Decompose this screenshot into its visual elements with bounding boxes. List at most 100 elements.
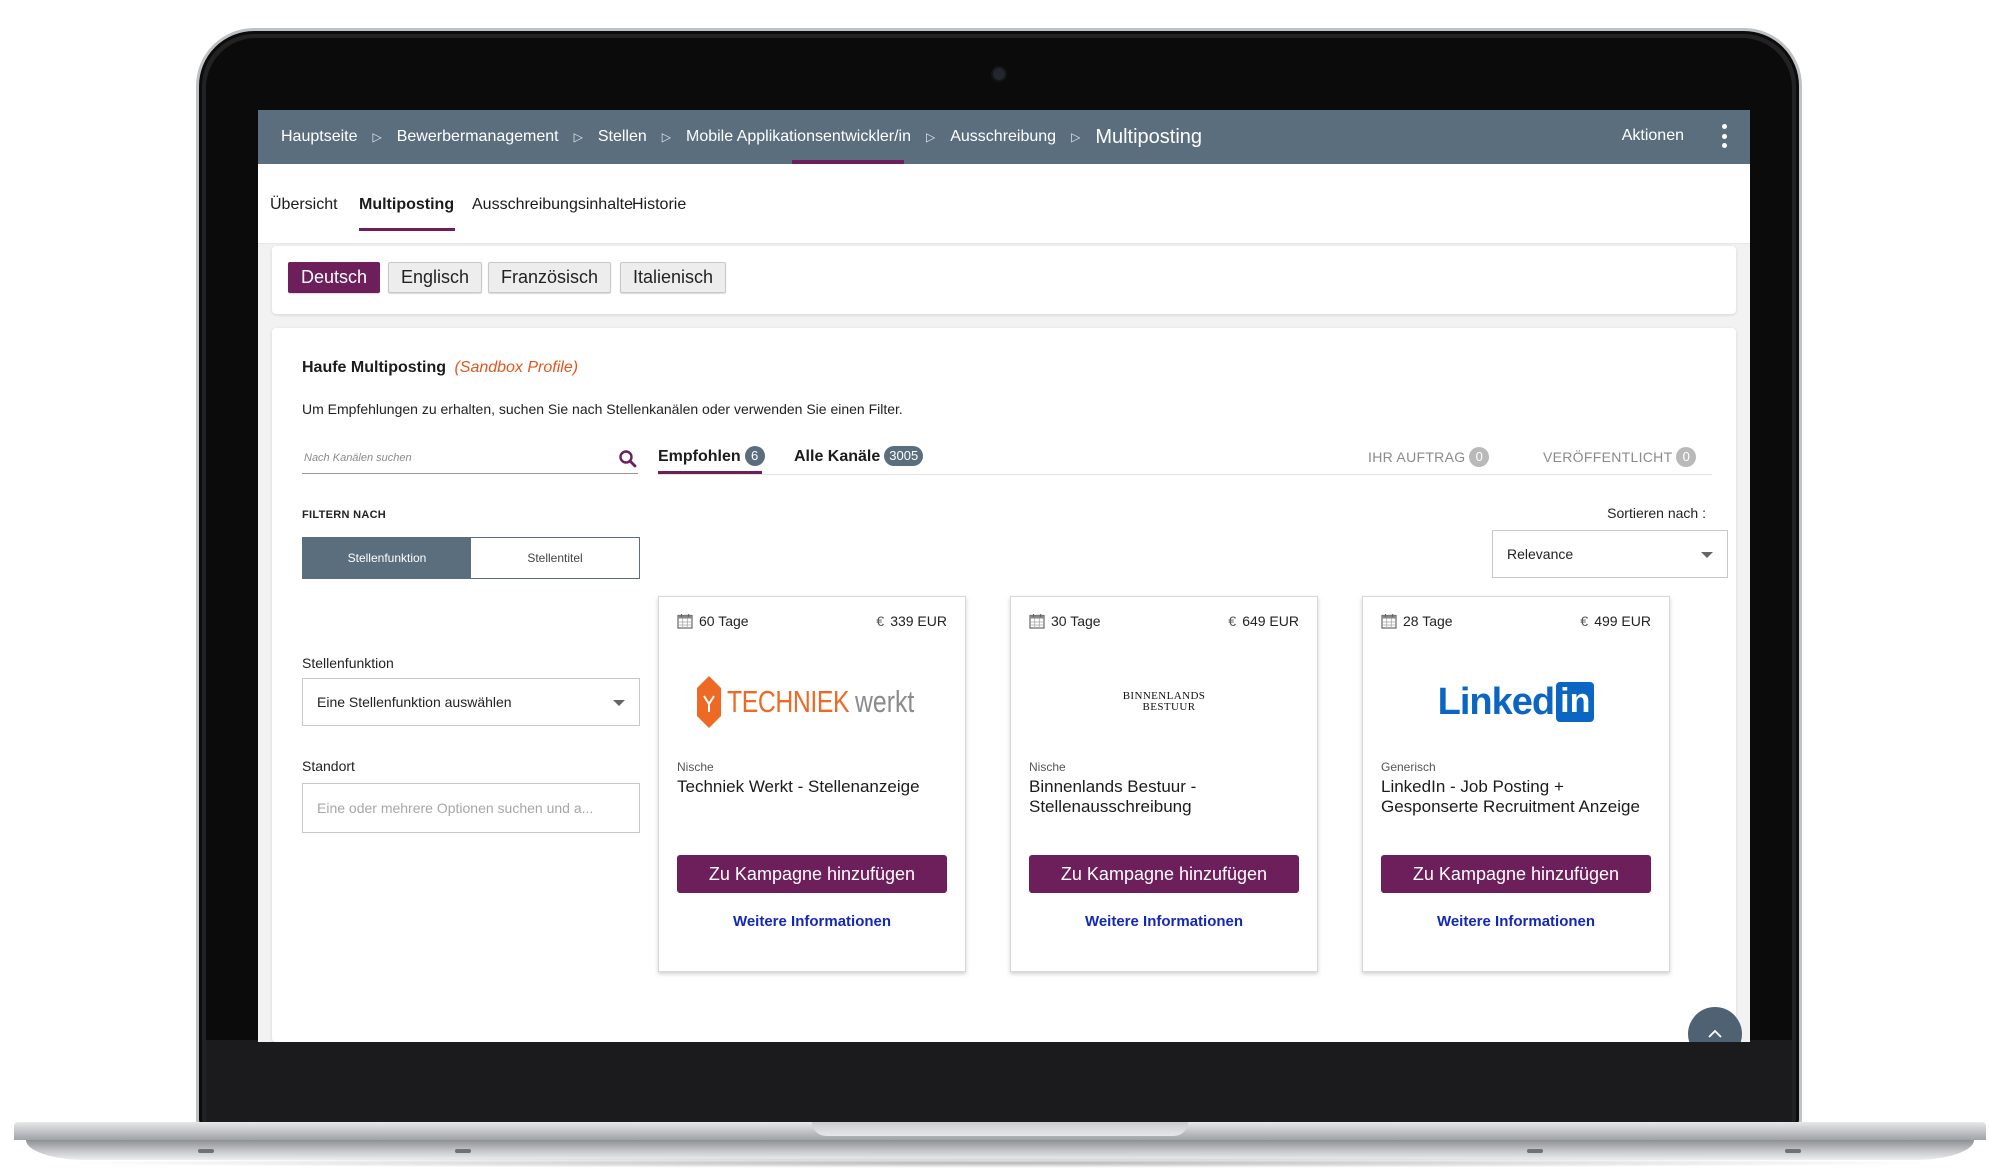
job-function-select[interactable]: Eine Stellenfunktion auswählen xyxy=(302,678,640,726)
channel-tab-divider xyxy=(658,474,1712,475)
language-english-button[interactable]: Englisch xyxy=(388,262,483,293)
tab-your-order[interactable]: IHR AUFTRAG 0 xyxy=(1368,447,1490,467)
count-badge: 6 xyxy=(744,446,765,466)
tab-published[interactable]: VERÖFFENTLICHT 0 xyxy=(1543,447,1697,467)
camera-icon xyxy=(993,68,1005,80)
tab-active-indicator xyxy=(359,228,455,231)
breadcrumb-job[interactable]: Mobile Applikationsentwickler/in xyxy=(686,128,911,146)
breadcrumb-separator-icon: ▷ xyxy=(926,130,936,144)
section-hint: Um Empfehlungen zu erhalten, suchen Sie … xyxy=(302,401,903,417)
sort-value: Relevance xyxy=(1507,546,1574,562)
calendar-icon xyxy=(1381,614,1397,629)
job-function-value: Eine Stellenfunktion auswählen xyxy=(317,694,512,710)
laptop-foot xyxy=(1527,1149,1543,1153)
laptop-foot xyxy=(198,1149,214,1153)
add-to-campaign-button[interactable]: Zu Kampagne hinzufügen xyxy=(1381,855,1651,893)
sandbox-label: (Sandbox Profile) xyxy=(454,359,579,376)
tab-your-order-label: IHR AUFTRAG xyxy=(1368,449,1466,465)
card-price: €649 EUR xyxy=(1228,613,1299,629)
language-german-button[interactable]: Deutsch xyxy=(288,262,381,293)
card-price-text: 499 EUR xyxy=(1594,613,1651,629)
main-area: Übersicht Multiposting Ausschreibungsinh… xyxy=(258,164,1750,1042)
laptop-chin xyxy=(206,1040,1792,1128)
euro-icon: € xyxy=(1228,613,1237,629)
tab-published-label: VERÖFFENTLICHT xyxy=(1543,449,1673,465)
card-duration-text: 60 Tage xyxy=(699,613,749,629)
more-vertical-icon[interactable] xyxy=(1720,124,1728,148)
card-duration: 28 Tage xyxy=(1381,613,1453,629)
job-function-label: Stellenfunktion xyxy=(302,655,394,671)
filter-job-title-button[interactable]: Stellentitel xyxy=(471,538,639,578)
breadcrumb-jobs[interactable]: Stellen xyxy=(598,128,647,146)
location-input[interactable] xyxy=(302,783,640,833)
card-category: Generisch xyxy=(1381,760,1436,774)
euro-icon: € xyxy=(876,613,885,629)
add-to-campaign-button[interactable]: Zu Kampagne hinzufügen xyxy=(1029,855,1299,893)
card-duration-text: 30 Tage xyxy=(1051,613,1101,629)
location-label: Standort xyxy=(302,758,355,774)
sort-select[interactable]: Relevance xyxy=(1492,530,1728,578)
breadcrumb-current: Multiposting xyxy=(1095,125,1203,148)
language-french-button[interactable]: Französisch xyxy=(488,262,612,293)
techniek-werkt-logo: TECHNIEK werkt xyxy=(659,667,965,737)
add-to-campaign-button[interactable]: Zu Kampagne hinzufügen xyxy=(677,855,947,893)
channel-card: 28 Tage €499 EUR Linked in Generisch Lin… xyxy=(1362,596,1670,972)
card-price-text: 339 EUR xyxy=(890,613,947,629)
card-title: Binnenlands Bestuur - Stellenausschreibu… xyxy=(1029,777,1197,816)
more-info-link[interactable]: Weitere Informationen xyxy=(659,913,965,930)
tab-all-channels[interactable]: Alle Kanäle 3005 xyxy=(794,446,924,466)
binnenlands-bestuur-logo-text-b: BESTUUR xyxy=(1142,701,1196,713)
tab-all-channels-label: Alle Kanäle xyxy=(794,448,881,465)
page-tabs: Übersicht Multiposting Ausschreibungsinh… xyxy=(258,164,1750,244)
language-panel: Deutsch Englisch Französisch Italienisch xyxy=(272,246,1736,314)
tab-history[interactable]: Historie xyxy=(632,196,686,214)
tab-posting-contents[interactable]: Ausschreibungsinhalte xyxy=(472,196,633,214)
breadcrumb-home[interactable]: Hauptseite xyxy=(281,128,358,146)
chevron-up-icon xyxy=(1708,1029,1722,1038)
calendar-icon xyxy=(1029,614,1045,629)
card-price-text: 649 EUR xyxy=(1242,613,1299,629)
techniek-werkt-logo-text-b: werkt xyxy=(855,684,915,719)
linkedin-logo-text-b: in xyxy=(1556,682,1595,722)
card-price: €339 EUR xyxy=(876,613,947,629)
breadcrumb-separator-icon: ▷ xyxy=(661,130,671,144)
card-duration-text: 28 Tage xyxy=(1403,613,1453,629)
tab-recommended[interactable]: Empfohlen 6 xyxy=(658,446,765,466)
count-badge: 0 xyxy=(1676,447,1697,467)
tab-multiposting[interactable]: Multiposting xyxy=(359,196,454,214)
more-info-link[interactable]: Weitere Informationen xyxy=(1011,913,1317,930)
tab-overview[interactable]: Übersicht xyxy=(270,196,338,214)
breadcrumb-applicant-management[interactable]: Bewerbermanagement xyxy=(397,128,559,146)
filter-label: FILTERN NACH xyxy=(302,509,387,521)
card-category: Nische xyxy=(677,760,714,774)
techniek-werkt-logo-text-a: TECHNIEK xyxy=(726,684,850,719)
caret-down-icon xyxy=(613,700,625,706)
top-bar: Hauptseite ▷ Bewerbermanagement ▷ Stelle… xyxy=(258,110,1750,164)
search-icon[interactable] xyxy=(618,449,638,469)
channel-search xyxy=(302,446,638,474)
section-title: Haufe Multiposting (Sandbox Profile) xyxy=(302,359,578,377)
language-italian-button[interactable]: Italienisch xyxy=(620,262,727,293)
card-meta: 30 Tage €649 EUR xyxy=(1029,613,1299,633)
channel-search-input[interactable] xyxy=(304,452,604,464)
count-badge: 0 xyxy=(1469,447,1490,467)
techniek-werkt-logo-mark xyxy=(696,676,721,728)
tab-recommended-label: Empfohlen xyxy=(658,448,741,465)
screen: Hauptseite ▷ Bewerbermanagement ▷ Stelle… xyxy=(258,110,1750,1042)
sort-label: Sortieren nach : xyxy=(1607,505,1706,521)
channel-card: 60 Tage €339 EUR TECHNIEK werkt Nische T… xyxy=(658,596,966,972)
card-meta: 28 Tage €499 EUR xyxy=(1381,613,1651,633)
card-title: Techniek Werkt - Stellenanzeige xyxy=(677,777,920,796)
more-info-link[interactable]: Weitere Informationen xyxy=(1363,913,1669,930)
card-title: LinkedIn - Job Posting + Gesponserte Rec… xyxy=(1381,777,1640,816)
actions-button[interactable]: Aktionen xyxy=(1622,127,1684,145)
laptop-foot xyxy=(455,1149,471,1153)
laptop-foot xyxy=(1785,1149,1801,1153)
filter-job-function-button[interactable]: Stellenfunktion xyxy=(303,538,471,578)
breadcrumb-posting[interactable]: Ausschreibung xyxy=(950,128,1056,146)
card-duration: 60 Tage xyxy=(677,613,749,629)
card-price: €499 EUR xyxy=(1580,613,1651,629)
card-meta: 60 Tage €339 EUR xyxy=(677,613,947,633)
laptop-base-lip xyxy=(26,1140,1974,1160)
calendar-icon xyxy=(677,614,693,629)
